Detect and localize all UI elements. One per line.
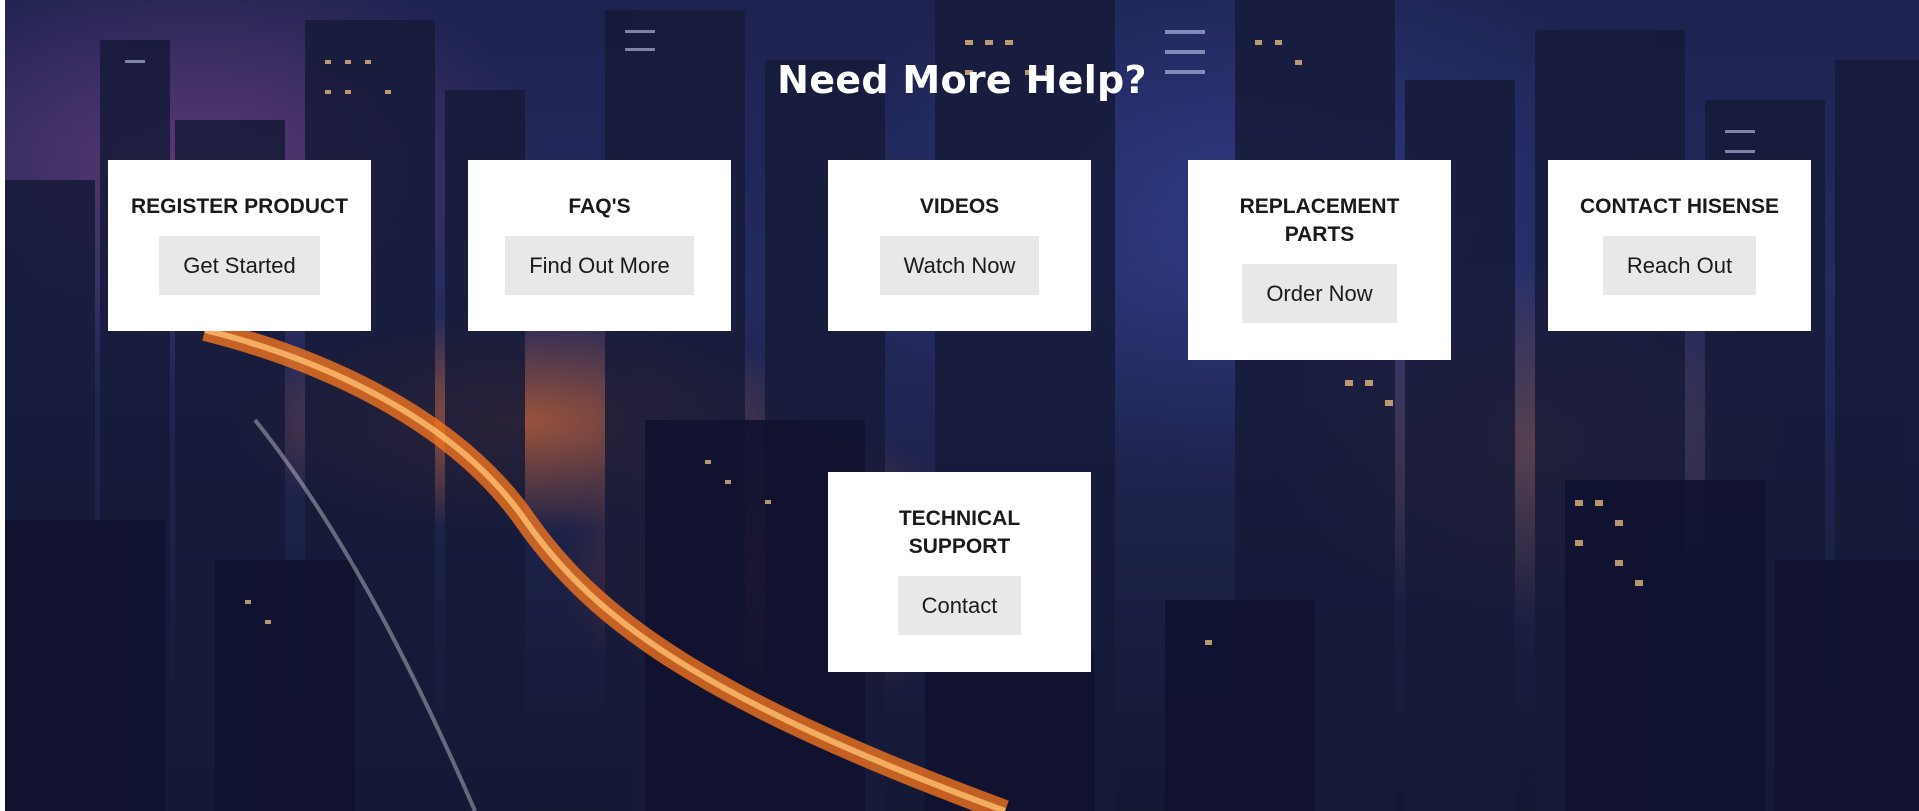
card-videos: VIDEOS Watch Now [828, 160, 1091, 331]
reach-out-button[interactable]: Reach Out [1602, 236, 1757, 295]
city-night-background-image [5, 0, 1919, 811]
card-contact-hisense: CONTACT HISENSE Reach Out [1548, 160, 1811, 331]
help-section: Need More Help? REGISTER PRODUCT Get Sta… [5, 0, 1919, 811]
card-technical-support: TECHNICAL SUPPORT Contact [828, 472, 1091, 672]
card-title: REPLACEMENT PARTS [1239, 195, 1400, 246]
card-title: CONTACT HISENSE [1579, 195, 1780, 218]
card-title: VIDEOS [919, 195, 1000, 218]
card-title: FAQ'S [568, 195, 631, 218]
card-title: TECHNICAL SUPPORT [898, 507, 1021, 558]
section-title: Need More Help? [777, 58, 1147, 102]
contact-button[interactable]: Contact [897, 576, 1022, 635]
find-out-more-button[interactable]: Find Out More [505, 236, 694, 295]
watch-now-button[interactable]: Watch Now [879, 236, 1040, 295]
card-title: REGISTER PRODUCT [130, 195, 348, 218]
order-now-button[interactable]: Order Now [1242, 264, 1397, 323]
get-started-button[interactable]: Get Started [159, 236, 320, 295]
card-register-product: REGISTER PRODUCT Get Started [108, 160, 371, 331]
card-faqs: FAQ'S Find Out More [468, 160, 731, 331]
card-replacement-parts: REPLACEMENT PARTS Order Now [1188, 160, 1451, 360]
